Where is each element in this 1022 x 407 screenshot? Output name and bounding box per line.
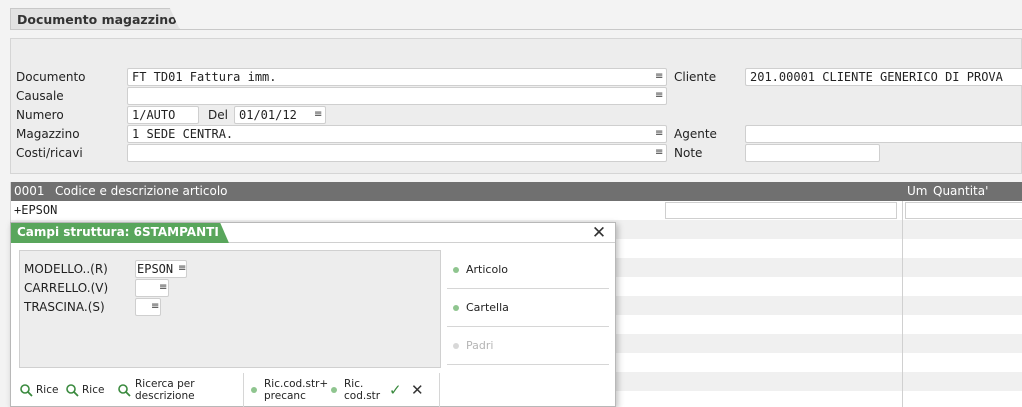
del-label: Del (208, 108, 228, 122)
search-icon (20, 384, 33, 397)
title-divider (10, 29, 1022, 30)
close-icon[interactable]: ✕ (589, 223, 609, 243)
padri-label: Padri (466, 339, 494, 352)
cartella-button[interactable]: Cartella (447, 289, 609, 327)
padri-dot-icon (453, 343, 459, 349)
trascina-dropdown-icon[interactable]: ≡ (151, 301, 159, 312)
struttura-fields-panel: MODELLO..(R) EPSON ≡ CARRELLO.(V) ≡ TRAS… (19, 250, 441, 368)
ricerca-descrizione-button[interactable]: Ricerca per descrizione (117, 373, 195, 407)
window-title: Documento magazzino (17, 12, 177, 27)
riccod-line2: precanc (264, 390, 306, 402)
causale-field[interactable] (127, 87, 667, 105)
cliente-value: 201.00001 CLIENTE GENERICO DI PROVA (750, 70, 1003, 84)
note-label: Note (674, 146, 703, 160)
dialog-title-tab: Campi struttura: 6STAMPANTI (11, 223, 229, 243)
costi-ricavi-label: Costi/ricavi (16, 146, 83, 160)
ricerca-line2: descrizione (135, 390, 195, 402)
documento-dropdown-icon[interactable]: ≡ (655, 71, 663, 82)
search-icon (118, 384, 131, 397)
costi-ricavi-dropdown-icon[interactable]: ≡ (655, 147, 663, 158)
riccod-line1: Ric.cod.str+ (264, 378, 329, 390)
grid-row-article-code: +EPSON (14, 203, 58, 217)
agente-field[interactable] (745, 125, 1022, 143)
documento-label: Documento (16, 70, 86, 84)
ric-cod-str-precanc-label: Ric.cod.str+ precanc (264, 378, 328, 402)
magazzino-dropdown-icon[interactable]: ≡ (655, 128, 663, 139)
carrello-dropdown-icon[interactable]: ≡ (159, 282, 167, 293)
causale-dropdown-icon[interactable]: ≡ (655, 90, 663, 101)
numero-field[interactable]: 1/AUTO (127, 106, 199, 124)
grid-row-number: 0001 (14, 184, 45, 198)
magazzino-field[interactable]: 1 SEDE CENTRA. (127, 125, 667, 143)
del-value: 01/01/12 (239, 108, 297, 122)
ric-cod-str-label: Ric. cod.str (344, 378, 380, 402)
toolbar-separator (243, 373, 244, 407)
riccodstr-line1: Ric. (344, 378, 364, 390)
grid-column-divider (902, 201, 903, 407)
padri-button[interactable]: Padri (447, 327, 609, 365)
numero-label: Numero (16, 108, 64, 122)
confirm-icon[interactable]: ✓ (389, 373, 402, 407)
cliente-label: Cliente (674, 70, 717, 84)
modello-dropdown-icon[interactable]: ≡ (178, 263, 186, 274)
articolo-label: Articolo (466, 263, 508, 276)
document-header-panel: Documento FT TD01 Fattura imm. ≡ Cliente… (10, 38, 1022, 174)
documento-field[interactable]: FT TD01 Fattura imm. (127, 68, 667, 86)
dialog-title: Campi struttura: 6STAMPANTI (17, 225, 219, 239)
modello-label: MODELLO..(R) (24, 262, 108, 276)
rice-label-2: Rice (82, 384, 105, 396)
grid-row-description-cell[interactable] (665, 202, 897, 219)
ric-cod-str-dot-icon (331, 387, 337, 393)
ric-cod-str-precanc-dot-icon (251, 387, 257, 393)
note-field[interactable] (745, 144, 880, 162)
agente-label: Agente (674, 127, 717, 141)
rice-label-1: Rice (36, 384, 59, 396)
modello-value: EPSON (137, 262, 174, 276)
dialog-title-divider (229, 242, 615, 243)
numero-value: 1/AUTO (132, 108, 176, 122)
articolo-dot-icon (453, 267, 459, 273)
campi-struttura-dialog: Campi struttura: 6STAMPANTI ✕ MODELLO..(… (10, 222, 616, 407)
window-titlebar: Documento magazzino (0, 0, 1022, 30)
trascina-label: TRASCINA.(S) (24, 300, 105, 314)
grid-header: 0001 Codice e descrizione articolo Um Qu… (11, 182, 1022, 201)
ric-cod-str-precanc-button[interactable]: Ric.cod.str+ precanc (251, 373, 328, 407)
cartella-label: Cartella (466, 301, 509, 314)
del-date-field[interactable]: 01/01/12 (234, 106, 326, 124)
grid-col-um[interactable]: Um (907, 182, 927, 201)
toolbar-separator (439, 373, 440, 407)
causale-label: Causale (16, 89, 64, 103)
documento-value: FT TD01 Fattura imm. (132, 70, 277, 84)
costi-ricavi-field[interactable] (127, 144, 667, 162)
carrello-label: CARRELLO.(V) (24, 281, 109, 295)
articolo-button[interactable]: Articolo (447, 251, 609, 289)
grid-row[interactable]: +EPSON (11, 201, 1022, 220)
rice-button-2[interactable]: Rice (65, 373, 104, 407)
magazzino-value: 1 SEDE CENTRA. (132, 127, 234, 141)
magazzino-label: Magazzino (16, 127, 80, 141)
search-icon (66, 384, 79, 397)
grid-col-article[interactable]: Codice e descrizione articolo (55, 182, 228, 201)
cancel-icon[interactable]: ✕ (411, 373, 424, 407)
ric-cod-str-button[interactable]: Ric. cod.str (331, 373, 380, 407)
cartella-dot-icon (453, 305, 459, 311)
riccodstr-line2: cod.str (344, 390, 381, 402)
rice-button-1[interactable]: Rice (19, 373, 58, 407)
ricerca-line1: Ricerca per (135, 378, 195, 390)
del-calendar-icon[interactable]: ≡ (314, 109, 322, 120)
grid-row-um-cell[interactable] (905, 202, 1022, 219)
cliente-field[interactable]: 201.00001 CLIENTE GENERICO DI PROVA (745, 68, 1022, 86)
ricerca-descrizione-label: Ricerca per descrizione (135, 378, 195, 402)
grid-col-qty[interactable]: Quantita' (933, 182, 988, 201)
document-tab[interactable]: Documento magazzino (10, 8, 180, 30)
